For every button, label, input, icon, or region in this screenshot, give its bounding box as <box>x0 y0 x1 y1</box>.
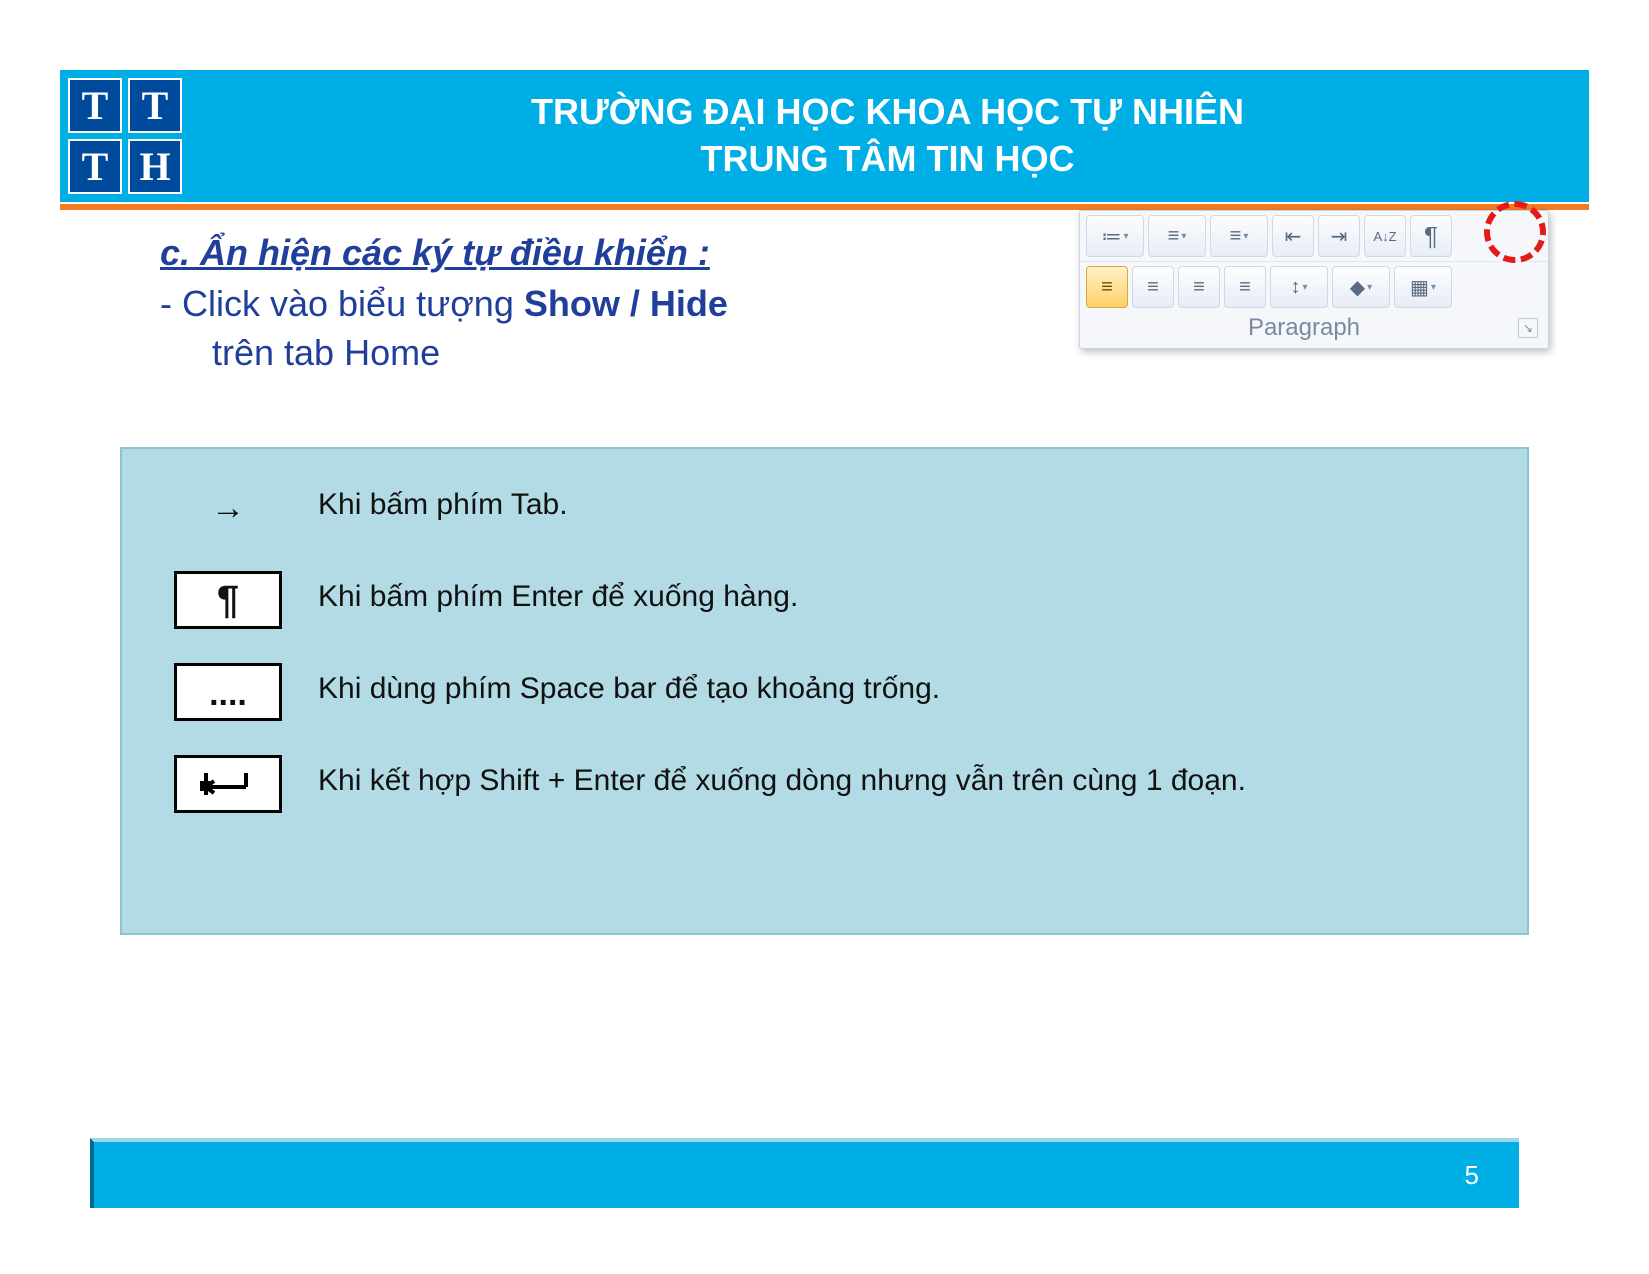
info-row-shift-enter: Khi kết hợp Shift + Enter để xuống dòng … <box>174 755 1487 813</box>
info-row-tab: → Khi bấm phím Tab. <box>174 479 1487 537</box>
multilevel-list-icon: ≡ <box>1230 225 1242 248</box>
footer-bar: 5 <box>90 1138 1519 1208</box>
info-row-space: .... Khi dùng phím Space bar để tạo khoả… <box>174 663 1487 721</box>
logo-tile-t3: T <box>68 139 122 194</box>
pilcrow-icon: ¶ <box>1424 221 1438 252</box>
line-spacing-button[interactable]: ↕▾ <box>1270 266 1328 308</box>
multilevel-list-button[interactable]: ≡▾ <box>1210 215 1268 257</box>
align-right-icon: ≡ <box>1193 276 1205 299</box>
info-row-enter: ¶ Khi bấm phím Enter để xuống hàng. <box>174 571 1487 629</box>
decrease-indent-icon: ⇤ <box>1285 224 1302 249</box>
justify-button[interactable]: ≡ <box>1224 266 1266 308</box>
sort-button[interactable]: A↓Z <box>1364 215 1406 257</box>
instruction-suffix: trên tab Home <box>160 332 440 373</box>
slide: T T T H TRƯỜNG ĐẠI HỌC KHOA HỌC TỰ NHIÊN… <box>0 0 1649 1274</box>
info-text-tab: Khi bấm phím Tab. <box>318 479 1487 526</box>
increase-indent-icon: ⇥ <box>1331 224 1348 249</box>
justify-icon: ≡ <box>1239 276 1251 299</box>
bullet-list-button[interactable]: ≔▾ <box>1086 215 1144 257</box>
align-center-icon: ≡ <box>1147 276 1159 299</box>
space-dots-icon: .... <box>174 663 282 721</box>
info-box: → Khi bấm phím Tab. ¶ Khi bấm phím Enter… <box>120 447 1529 935</box>
bullet-list-icon: ≔ <box>1101 224 1121 249</box>
number-list-button[interactable]: ≡▾ <box>1148 215 1206 257</box>
info-text-enter: Khi bấm phím Enter để xuống hàng. <box>318 571 1487 618</box>
show-hide-button[interactable]: ¶ <box>1410 215 1452 257</box>
university-name: TRƯỜNG ĐẠI HỌC KHOA HỌC TỰ NHIÊN <box>186 89 1589 136</box>
sort-icon: A↓Z <box>1373 229 1396 244</box>
info-text-shift-enter: Khi kết hợp Shift + Enter để xuống dòng … <box>318 755 1487 802</box>
dialog-launcher[interactable]: ↘ <box>1518 318 1538 338</box>
align-center-button[interactable]: ≡ <box>1132 266 1174 308</box>
line-spacing-icon: ↕ <box>1290 276 1300 299</box>
header-banner: T T T H TRƯỜNG ĐẠI HỌC KHOA HỌC TỰ NHIÊN… <box>60 70 1589 202</box>
shading-icon: ◆ <box>1350 275 1365 300</box>
logo-tile-h: H <box>128 139 182 194</box>
logo-tile-t2: T <box>128 78 182 133</box>
group-label: Paragraph <box>1090 314 1518 342</box>
ribbon-footer: Paragraph ↘ <box>1080 312 1548 348</box>
instruction-prefix: - Click vào biểu tượng <box>160 283 524 324</box>
decrease-indent-button[interactable]: ⇤ <box>1272 215 1314 257</box>
logo-tile-t1: T <box>68 78 122 133</box>
ribbon-row-2: ≡ ≡ ≡ ≡ ↕▾ ◆▾ ▦▾ <box>1080 261 1548 312</box>
borders-button[interactable]: ▦▾ <box>1394 266 1452 308</box>
center-name: TRUNG TÂM TIN HỌC <box>186 136 1589 183</box>
align-left-button[interactable]: ≡ <box>1086 266 1128 308</box>
info-text-space: Khi dùng phím Space bar để tạo khoảng tr… <box>318 663 1487 710</box>
ribbon-row-1: ≔▾ ≡▾ ≡▾ ⇤ ⇥ A↓Z ¶ <box>1080 211 1548 261</box>
instruction-bold: Show / Hide <box>524 283 728 324</box>
borders-icon: ▦ <box>1410 275 1429 300</box>
number-list-icon: ≡ <box>1168 225 1180 248</box>
align-right-button[interactable]: ≡ <box>1178 266 1220 308</box>
pilcrow-box-icon: ¶ <box>174 571 282 629</box>
tab-arrow-icon: → <box>174 479 282 537</box>
increase-indent-button[interactable]: ⇥ <box>1318 215 1360 257</box>
soft-return-svg-icon <box>198 767 258 801</box>
shading-button[interactable]: ◆▾ <box>1332 266 1390 308</box>
org-logo: T T T H <box>64 74 186 198</box>
header-titles: TRƯỜNG ĐẠI HỌC KHOA HỌC TỰ NHIÊN TRUNG T… <box>186 89 1589 183</box>
page-number: 5 <box>1465 1160 1479 1191</box>
paragraph-ribbon-group: ≔▾ ≡▾ ≡▾ ⇤ ⇥ A↓Z ¶ ≡ ≡ ≡ ≡ ↕▾ ◆▾ ▦▾ Para… <box>1079 210 1549 349</box>
align-left-icon: ≡ <box>1101 276 1113 299</box>
soft-return-icon <box>174 755 282 813</box>
